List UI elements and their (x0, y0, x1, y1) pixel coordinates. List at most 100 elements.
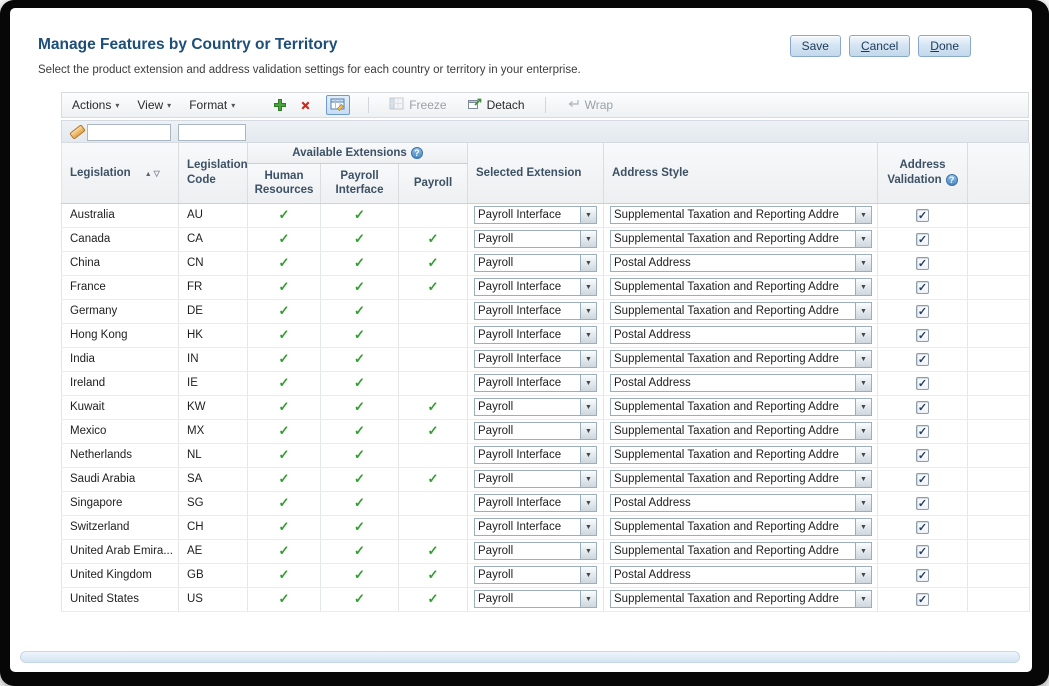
column-header-legislation[interactable]: Legislation ▲▽ (61, 143, 179, 204)
table-row[interactable]: United States US ✓ ✓ ✓ Payroll ▼ Suppleme… (61, 587, 1030, 612)
add-row-button[interactable] (273, 98, 287, 112)
column-header-human-resources[interactable]: Human Resources (247, 163, 321, 204)
address-validation-checkbox[interactable]: ✓ (916, 496, 929, 510)
table-row[interactable]: China CN ✓ ✓ ✓ Payroll ▼ Postal Address ▼ … (61, 251, 1030, 276)
address-validation-checkbox[interactable]: ✓ (916, 256, 929, 270)
sort-ascending-icon[interactable]: ▲ (145, 171, 154, 178)
selected-extension-dropdown[interactable]: Payroll ▼ (474, 542, 597, 560)
address-style-dropdown[interactable]: Supplemental Taxation and Reporting Addr… (610, 206, 872, 224)
address-validation-checkbox[interactable]: ✓ (916, 472, 929, 486)
sort-descending-icon[interactable]: ▽ (154, 169, 162, 178)
address-validation-checkbox[interactable]: ✓ (916, 304, 929, 318)
help-icon[interactable]: ? (945, 173, 958, 186)
freeze-icon (389, 97, 404, 113)
table-row[interactable]: Germany DE ✓ ✓ Payroll Interface ▼ Supple… (61, 299, 1030, 324)
address-style-dropdown[interactable]: Supplemental Taxation and Reporting Addr… (610, 590, 872, 608)
filter-legislation-input[interactable] (87, 124, 171, 141)
table-row[interactable]: United Arab Emira... AE ✓ ✓ ✓ Payroll ▼ S… (61, 539, 1030, 564)
table-row[interactable]: Saudi Arabia SA ✓ ✓ ✓ Payroll ▼ Supplemen… (61, 467, 1030, 492)
table-row[interactable]: Mexico MX ✓ ✓ ✓ Payroll ▼ Supplemental Ta… (61, 419, 1030, 444)
address-validation-checkbox[interactable]: ✓ (916, 328, 929, 342)
address-style-dropdown[interactable]: Supplemental Taxation and Reporting Addr… (610, 350, 872, 368)
selected-extension-dropdown[interactable]: Payroll Interface ▼ (474, 350, 597, 368)
address-validation-checkbox[interactable]: ✓ (916, 424, 929, 438)
address-validation-checkbox[interactable]: ✓ (916, 568, 929, 582)
selected-extension-dropdown[interactable]: Payroll Interface ▼ (474, 302, 597, 320)
selected-extension-dropdown[interactable]: Payroll ▼ (474, 398, 597, 416)
check-icon: ✓ (354, 399, 365, 414)
address-validation-checkbox[interactable]: ✓ (916, 280, 929, 294)
legislation-code-cell: GB (178, 563, 248, 588)
selected-extension-dropdown[interactable]: Payroll Interface ▼ (474, 326, 597, 344)
address-validation-checkbox[interactable]: ✓ (916, 400, 929, 414)
wrap-button[interactable]: Wrap (566, 98, 613, 113)
table-row[interactable]: Ireland IE ✓ ✓ Payroll Interface ▼ Postal… (61, 371, 1030, 396)
filter-legislation-code-input[interactable] (178, 124, 246, 141)
table-row[interactable]: United Kingdom GB ✓ ✓ ✓ Payroll ▼ Postal … (61, 563, 1030, 588)
table-row[interactable]: Australia AU ✓ ✓ Payroll Interface ▼ Supp… (61, 203, 1030, 228)
column-header-payroll-interface[interactable]: Payroll Interface (320, 163, 399, 204)
column-header-legislation-code[interactable]: Legislation Code (178, 143, 248, 204)
selected-extension-dropdown[interactable]: Payroll ▼ (474, 590, 597, 608)
address-style-dropdown[interactable]: Supplemental Taxation and Reporting Addr… (610, 470, 872, 488)
selected-extension-dropdown[interactable]: Payroll ▼ (474, 254, 597, 272)
selected-extension-dropdown[interactable]: Payroll Interface ▼ (474, 374, 597, 392)
detach-button[interactable]: Detach (467, 97, 525, 113)
view-menu[interactable]: View ▾ (137, 98, 171, 112)
address-validation-checkbox[interactable]: ✓ (916, 448, 929, 462)
table-row[interactable]: Singapore SG ✓ ✓ Payroll Interface ▼ Post… (61, 491, 1030, 516)
address-style-dropdown[interactable]: Postal Address ▼ (610, 566, 872, 584)
column-header-selected-extension[interactable]: Selected Extension (467, 143, 604, 204)
address-validation-checkbox[interactable]: ✓ (916, 592, 929, 606)
address-style-dropdown[interactable]: Supplemental Taxation and Reporting Addr… (610, 542, 872, 560)
table-row[interactable]: Netherlands NL ✓ ✓ Payroll Interface ▼ Su… (61, 443, 1030, 468)
table-row[interactable]: Kuwait KW ✓ ✓ ✓ Payroll ▼ Supplemental Ta… (61, 395, 1030, 420)
done-button[interactable]: Done (918, 35, 971, 57)
address-style-dropdown[interactable]: Supplemental Taxation and Reporting Addr… (610, 422, 872, 440)
address-validation-checkbox[interactable]: ✓ (916, 208, 929, 222)
address-style-dropdown[interactable]: Postal Address ▼ (610, 374, 872, 392)
address-style-dropdown[interactable]: Supplemental Taxation and Reporting Addr… (610, 446, 872, 464)
selected-extension-dropdown[interactable]: Payroll ▼ (474, 422, 597, 440)
address-validation-checkbox[interactable]: ✓ (916, 352, 929, 366)
dropdown-arrow-icon: ▼ (580, 231, 596, 247)
selected-extension-dropdown[interactable]: Payroll Interface ▼ (474, 494, 597, 512)
column-header-payroll[interactable]: Payroll (398, 163, 468, 204)
table-row[interactable]: France FR ✓ ✓ ✓ Payroll Interface ▼ Suppl… (61, 275, 1030, 300)
selected-extension-dropdown[interactable]: Payroll Interface ▼ (474, 278, 597, 296)
selected-extension-dropdown[interactable]: Payroll Interface ▼ (474, 206, 597, 224)
horizontal-scrollbar[interactable] (20, 651, 1020, 663)
payroll-interface-cell: ✓ (320, 419, 399, 444)
help-icon[interactable]: ? (410, 146, 423, 159)
selected-extension-dropdown[interactable]: Payroll ▼ (474, 230, 597, 248)
table-row[interactable]: India IN ✓ ✓ Payroll Interface ▼ Suppleme… (61, 347, 1030, 372)
address-style-dropdown[interactable]: Supplemental Taxation and Reporting Addr… (610, 278, 872, 296)
delete-row-button[interactable] (299, 99, 312, 112)
table-row[interactable]: Switzerland CH ✓ ✓ Payroll Interface ▼ Su… (61, 515, 1030, 540)
address-validation-checkbox[interactable]: ✓ (916, 376, 929, 390)
address-style-dropdown[interactable]: Postal Address ▼ (610, 254, 872, 272)
address-validation-checkbox[interactable]: ✓ (916, 232, 929, 246)
address-style-dropdown[interactable]: Supplemental Taxation and Reporting Addr… (610, 518, 872, 536)
table-row[interactable]: Canada CA ✓ ✓ ✓ Payroll ▼ Supplemental Ta… (61, 227, 1030, 252)
selected-extension-dropdown[interactable]: Payroll Interface ▼ (474, 446, 597, 464)
address-style-dropdown[interactable]: Supplemental Taxation and Reporting Addr… (610, 398, 872, 416)
address-validation-checkbox[interactable]: ✓ (916, 544, 929, 558)
actions-menu[interactable]: Actions ▾ (72, 98, 119, 112)
save-button[interactable]: Save (789, 35, 841, 57)
freeze-button[interactable]: Freeze (389, 97, 447, 113)
table-row[interactable]: Hong Kong HK ✓ ✓ Payroll Interface ▼ Post… (61, 323, 1030, 348)
format-menu[interactable]: Format ▾ (189, 98, 235, 112)
address-validation-checkbox[interactable]: ✓ (916, 520, 929, 534)
cancel-button[interactable]: Cancel (848, 35, 911, 57)
address-style-dropdown[interactable]: Postal Address ▼ (610, 494, 872, 512)
selected-extension-dropdown[interactable]: Payroll ▼ (474, 470, 597, 488)
column-header-address-validation[interactable]: Address Validation? (877, 143, 968, 204)
address-style-dropdown[interactable]: Postal Address ▼ (610, 326, 872, 344)
query-by-example-button[interactable] (326, 95, 351, 115)
selected-extension-dropdown[interactable]: Payroll Interface ▼ (474, 518, 597, 536)
selected-extension-dropdown[interactable]: Payroll ▼ (474, 566, 597, 584)
address-style-dropdown[interactable]: Supplemental Taxation and Reporting Addr… (610, 230, 872, 248)
column-header-address-style[interactable]: Address Style (603, 143, 878, 204)
address-style-dropdown[interactable]: Supplemental Taxation and Reporting Addr… (610, 302, 872, 320)
